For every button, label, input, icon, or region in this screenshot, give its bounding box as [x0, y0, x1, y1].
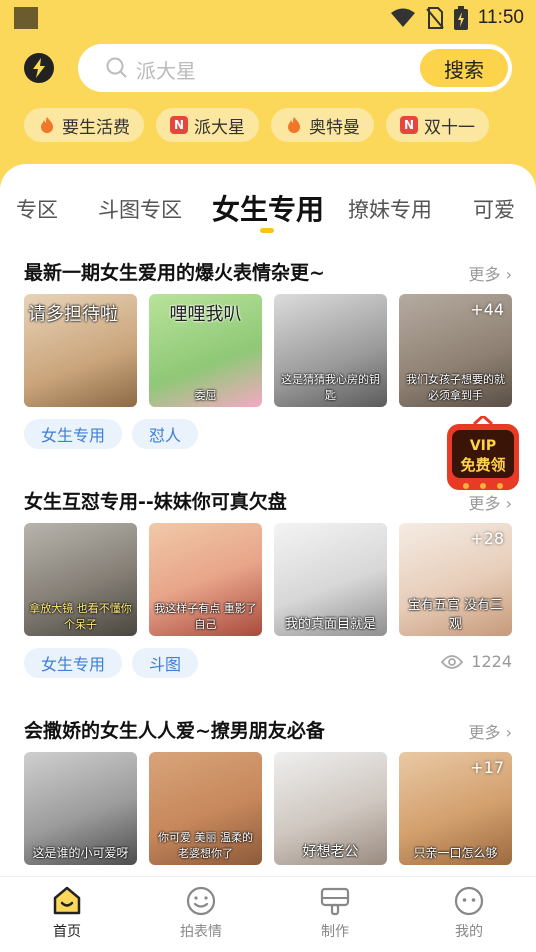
nav-mine[interactable]: 我的 [402, 877, 536, 952]
meme-collection: 会撒娇的女生人人爱~撩男朋友必备 更多 › 这是谁的小可爱呀 你可爱 美丽 温柔… [24, 716, 512, 876]
nav-make[interactable]: 制作 [268, 877, 402, 952]
tab-meme-battle[interactable]: 斗图专区 [98, 194, 182, 224]
thumbnail-caption: 我的真面目就是 [284, 617, 376, 632]
chip-label: 要生活费 [62, 117, 130, 138]
meme-thumbnail[interactable]: +44 我们女孩子想要的就必须拿到手 [399, 294, 512, 407]
more-label: 更多 [468, 265, 501, 284]
nav-label: 拍表情 [180, 924, 222, 940]
collection-title[interactable]: 会撒娇的女生人人爱~撩男朋友必备 [24, 716, 325, 743]
search-input[interactable]: 派大星 [136, 55, 196, 84]
tag-chip[interactable]: 女生专用 [24, 648, 123, 678]
vip-free-label: 免费领 [460, 456, 505, 474]
lightning-icon [33, 58, 45, 78]
meme-thumbnail[interactable]: +28 宝有五官 没有三观 [399, 523, 512, 636]
thumbnail-caption: 好想老公 [302, 844, 359, 860]
collection-title[interactable]: 最新一期女生爱用的爆火表情杂更~ [24, 258, 325, 285]
nav-label: 首页 [53, 924, 81, 940]
tag-chip[interactable]: 怼人 [132, 419, 199, 449]
thumbnail-caption: 我这样子有点 重影了自己 [154, 602, 257, 631]
thumbnail-caption: 宝有五官 没有三观 [407, 598, 504, 632]
meme-collection: 女生互怼专用--妹妹你可真欠盘 更多 › 拿放大镜 也看不懂你个呆子 我这样子有… [24, 487, 512, 687]
view-count: 1224 [441, 652, 512, 671]
more-link[interactable]: 更多 › [468, 261, 512, 285]
tab-cute[interactable]: 可爱 [473, 194, 515, 224]
nav-home[interactable]: 首页 [0, 877, 134, 952]
vip-label: VIP [470, 438, 496, 454]
vip-free-badge[interactable]: VIP 免费领 [444, 413, 522, 498]
thumbnail-caption: 哩哩我叭 [169, 304, 242, 325]
search-icon [106, 57, 127, 78]
meme-thumbnail[interactable]: 我这样子有点 重影了自己 [149, 523, 262, 636]
app-notification-icon [14, 7, 38, 29]
more-images-count: +44 [470, 300, 504, 319]
no-sim-icon [426, 7, 444, 29]
category-tabs: 专区 斗图专区 女生专用 撩妹专用 可爱 [0, 184, 536, 234]
more-images-count: +28 [470, 529, 504, 548]
eye-icon [441, 654, 464, 669]
chevron-right-icon: › [505, 723, 512, 742]
thumbnail-caption: 这是猜猜我心房的钥匙 [281, 373, 380, 402]
thumbnail-caption: 这是谁的小可爱呀 [32, 846, 129, 860]
hot-search-chips: 要生活费 N 派大星 奥特曼 N 双十一 [24, 108, 512, 142]
meme-thumbnail[interactable]: 好想老公 [274, 752, 387, 865]
nav-label: 我的 [455, 924, 483, 940]
active-tab-indicator [260, 228, 274, 233]
nav-shoot[interactable]: 拍表情 [134, 877, 268, 952]
hot-chip[interactable]: N 派大星 [156, 108, 259, 142]
tab-flirt[interactable]: 撩妹专用 [348, 194, 432, 224]
tab-zone[interactable]: 专区 [16, 194, 58, 224]
fire-icon [288, 117, 300, 133]
thumbnail-caption: 委屈 [194, 389, 217, 402]
home-icon [53, 886, 81, 915]
wifi-icon [390, 8, 415, 27]
make-icon [320, 887, 350, 916]
meme-thumbnail[interactable]: 请多担待啦 [24, 294, 137, 407]
thumbnail-caption: 只亲一口怎么够 [413, 846, 498, 860]
view-count-value: 1224 [471, 652, 512, 671]
new-badge-icon: N [400, 116, 418, 134]
meme-thumbnail[interactable]: 拿放大镜 也看不懂你个呆子 [24, 523, 137, 636]
flash-button[interactable] [24, 53, 54, 83]
tag-chip[interactable]: 女生专用 [24, 419, 123, 449]
meme-collection: 最新一期女生爱用的爆火表情杂更~ 更多 › 请多担待啦 哩哩我叭 委屈 这是猜猜… [24, 258, 512, 458]
profile-icon [454, 886, 484, 916]
clock: 11:50 [477, 7, 524, 28]
search-bar[interactable]: 派大星 搜索 [78, 44, 512, 92]
tag-chip[interactable]: 斗图 [132, 648, 199, 678]
meme-thumbnail[interactable]: +17 只亲一口怎么够 [399, 752, 512, 865]
thumbnail-caption: 我们女孩子想要的就必须拿到手 [406, 373, 505, 402]
hot-chip[interactable]: 要生活费 [24, 108, 144, 142]
chip-label: 派大星 [194, 117, 245, 138]
meme-thumbnail[interactable]: 这是谁的小可爱呀 [24, 752, 137, 865]
bottom-navigation: 首页 拍表情 制作 我的 [0, 876, 536, 952]
thumbnail-caption: 请多担待啦 [28, 304, 118, 325]
search-button[interactable]: 搜索 [420, 49, 508, 87]
nav-label: 制作 [321, 924, 349, 940]
thumbnail-caption: 拿放大镜 也看不懂你个呆子 [29, 602, 132, 631]
collection-title[interactable]: 女生互怼专用--妹妹你可真欠盘 [24, 487, 287, 514]
meme-thumbnail[interactable]: 我的真面目就是 [274, 523, 387, 636]
hot-chip[interactable]: 奥特曼 [271, 108, 374, 142]
chip-label: 奥特曼 [309, 117, 360, 138]
tab-girls-only[interactable]: 女生专用 [212, 188, 324, 228]
more-link[interactable]: 更多 › [468, 719, 512, 743]
more-label: 更多 [468, 723, 501, 742]
chevron-right-icon: › [505, 265, 512, 284]
chip-label: 双十一 [424, 117, 475, 138]
meme-thumbnail[interactable]: 你可爱 美丽 温柔的 老婆想你了 [149, 752, 262, 865]
thumbnail-caption: 你可爱 美丽 温柔的 老婆想你了 [158, 831, 253, 860]
status-icons: 11:50 [390, 4, 524, 32]
smiley-icon [186, 886, 216, 916]
meme-thumbnail[interactable]: 哩哩我叭 委屈 [149, 294, 262, 407]
fire-icon [41, 117, 53, 133]
hot-chip[interactable]: N 双十一 [386, 108, 489, 142]
status-bar: 11:50 [0, 0, 536, 36]
more-images-count: +17 [470, 758, 504, 777]
new-badge-icon: N [170, 116, 188, 134]
meme-thumbnail[interactable]: 这是猜猜我心房的钥匙 [274, 294, 387, 407]
battery-icon [453, 6, 468, 30]
